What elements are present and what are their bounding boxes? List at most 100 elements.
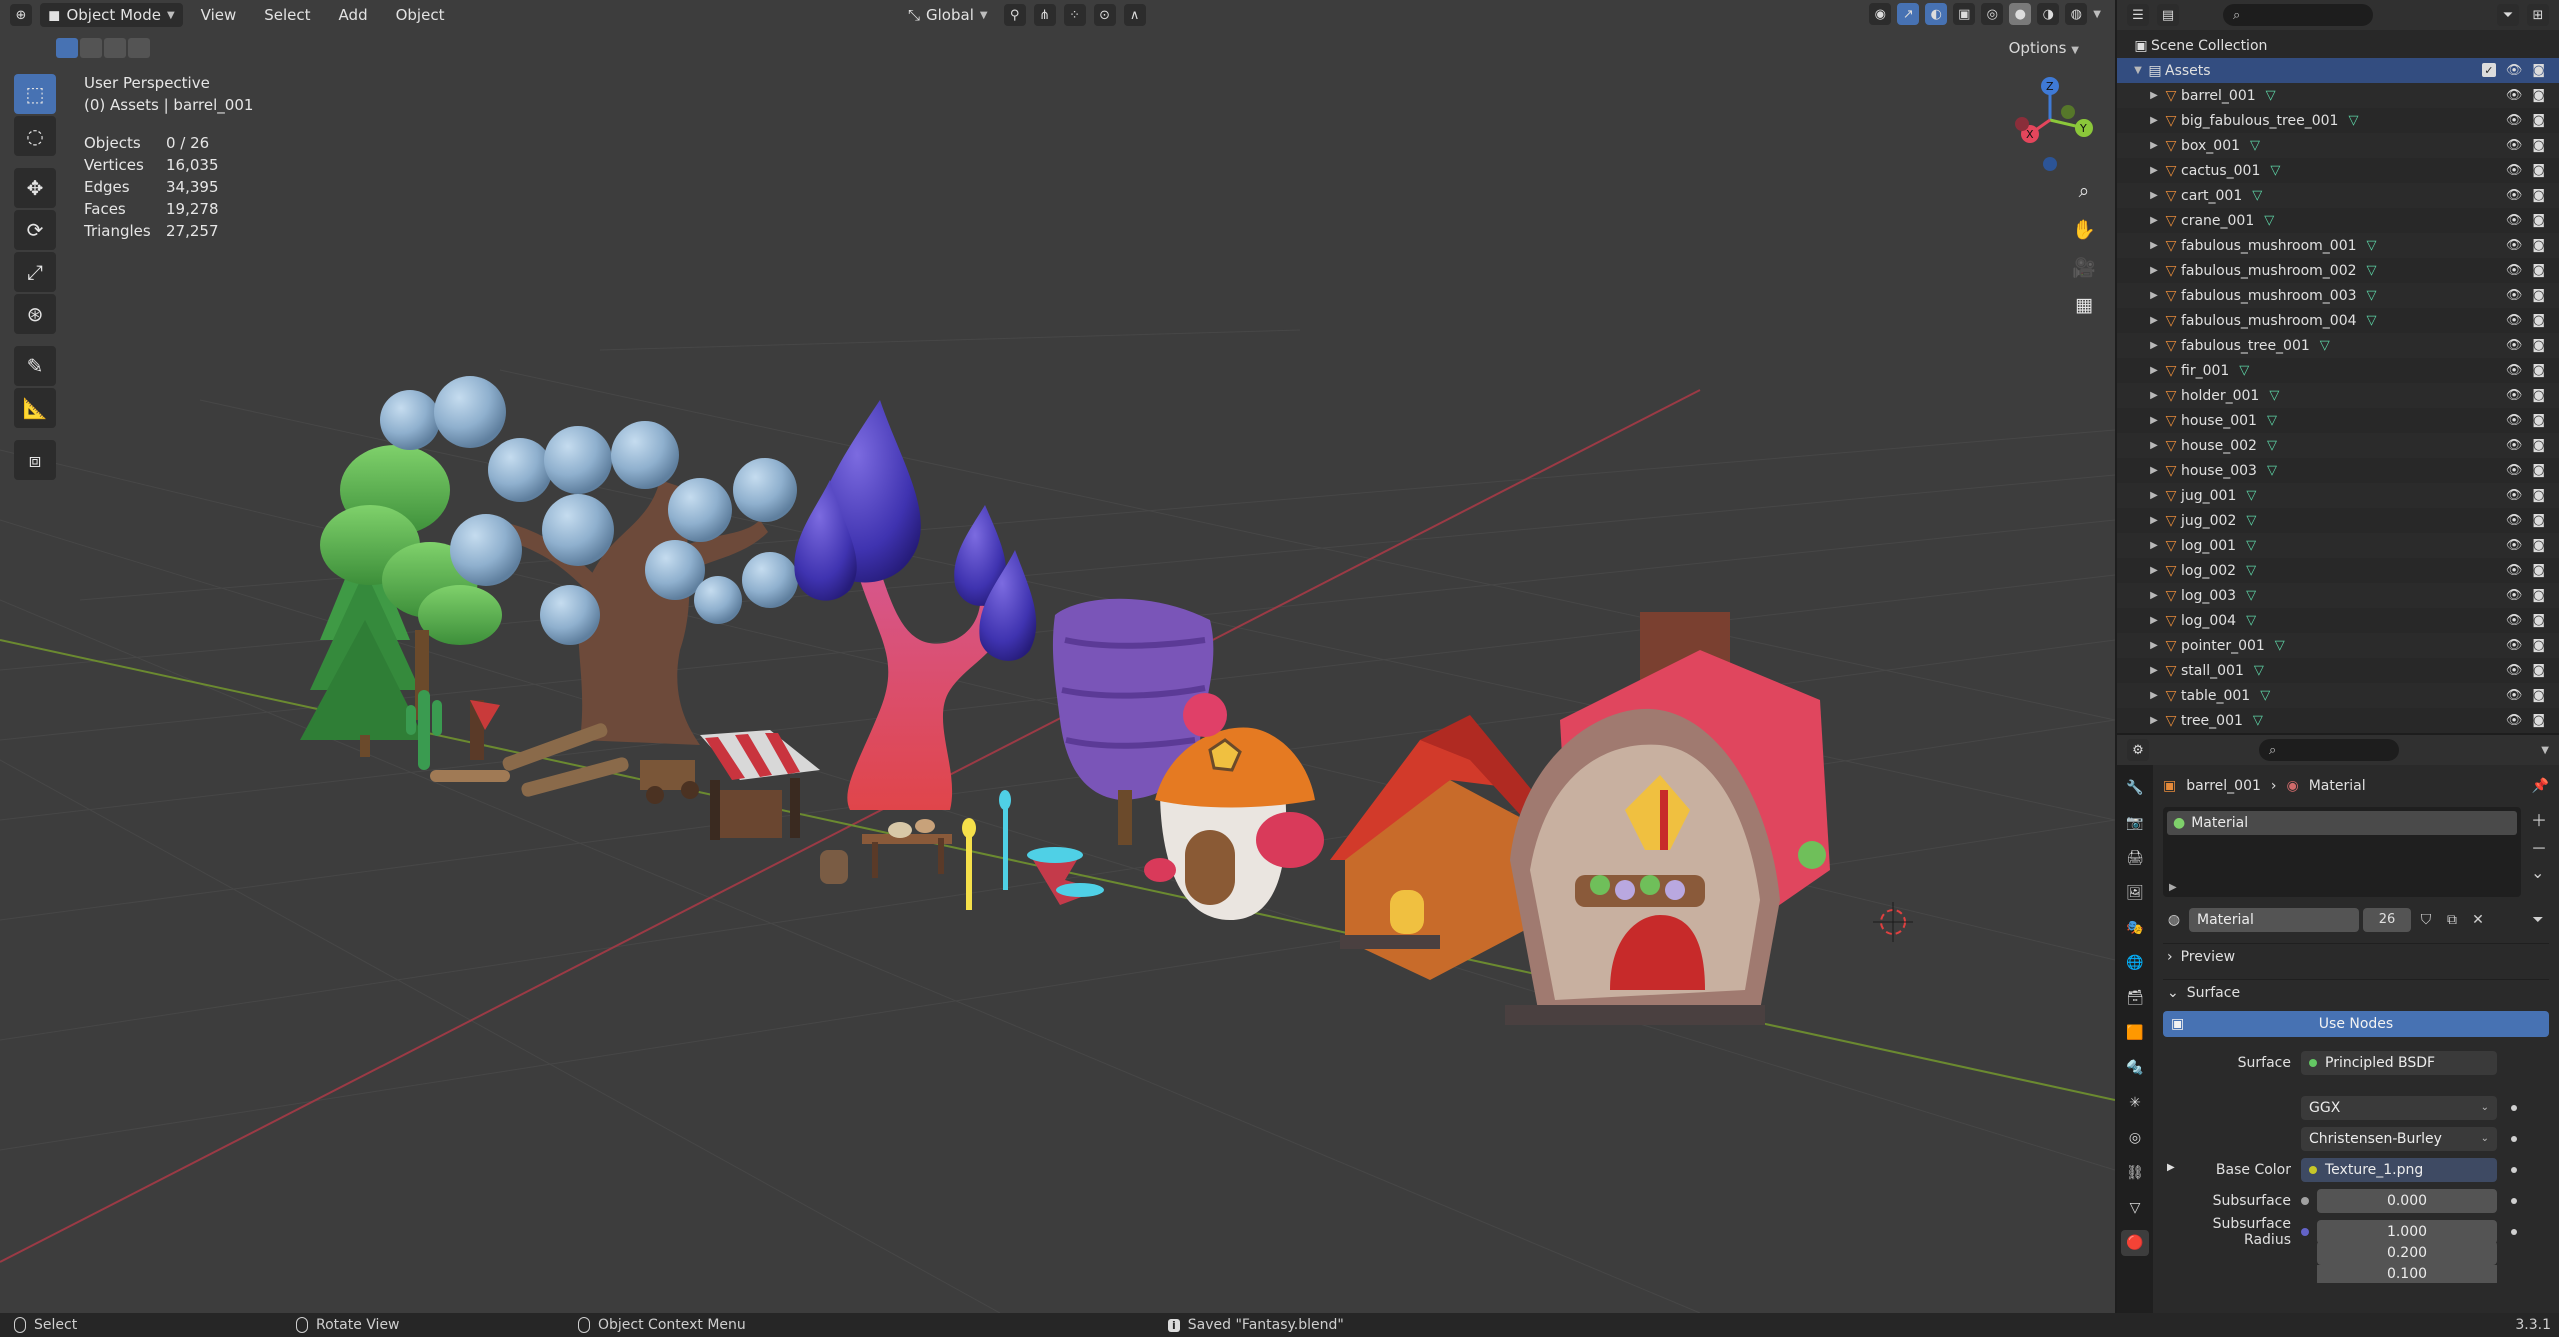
expand-arrow-icon[interactable]: ▶ [2147,715,2161,726]
outliner-object-row[interactable]: ▶ ▽ fabulous_mushroom_003 ▽ 👁 ◙ [2117,283,2559,308]
expand-arrow-icon[interactable]: ▶ [2147,565,2161,576]
menu-select[interactable]: Select [254,6,320,24]
use-nodes-button[interactable]: ▣ Use Nodes [2163,1011,2549,1037]
outliner-object-row[interactable]: ▶ ▽ house_001 ▽ 👁 ◙ [2117,408,2559,433]
transform-tool[interactable]: ⊛ [14,294,56,334]
mesh-data-icon[interactable]: ▽ [2267,413,2277,428]
camera-icon[interactable]: ◙ [2532,488,2545,503]
eye-icon[interactable]: 👁 [2506,713,2523,728]
expand-arrow-icon[interactable]: ▶ [2147,665,2161,676]
material-browse-icon[interactable]: ◍ [2163,908,2185,932]
eye-icon[interactable]: 👁 [2506,413,2523,428]
expand-arrow-icon[interactable]: ▶ [2147,90,2161,101]
keyframe-dot-icon[interactable] [2511,1135,2517,1142]
camera-icon[interactable]: ◙ [2532,213,2545,228]
mesh-data-icon[interactable]: ▽ [2239,363,2249,378]
expand-arrow-icon[interactable]: ▶ [2147,190,2161,201]
expand-arrow-icon[interactable]: ▶ [2147,690,2161,701]
chevron-down-icon[interactable]: ▼ [2093,9,2101,20]
eye-icon[interactable]: 👁 [2506,588,2523,603]
outliner-object-row[interactable]: ▶ ▽ cactus_001 ▽ 👁 ◙ [2117,158,2559,183]
mesh-data-icon[interactable]: ▽ [2367,288,2377,303]
close-icon[interactable]: ✕ [2467,908,2489,932]
camera-icon[interactable]: ◙ [2532,663,2545,678]
options-dropdown[interactable]: Options ▼ [2001,36,2087,60]
select-subtract-icon[interactable] [104,38,126,58]
camera-icon[interactable]: ◙ [2532,438,2545,453]
expand-arrow-icon[interactable]: ▶ [2147,115,2161,126]
outliner-object-row[interactable]: ▶ ▽ tree_001 ▽ 👁 ◙ [2117,708,2559,733]
camera-icon[interactable]: ◙ [2532,88,2545,103]
falloff-icon[interactable]: ∧ [1123,4,1146,26]
outliner-object-row[interactable]: ▶ ▽ pointer_001 ▽ 👁 ◙ [2117,633,2559,658]
select-extend-icon[interactable] [80,38,102,58]
mesh-data-icon[interactable]: ▽ [2246,538,2256,553]
tool-tab-icon[interactable]: 🔧 [2121,775,2149,801]
subsurface-radius-z[interactable]: 0.100 [2317,1265,2497,1283]
outliner-object-row[interactable]: ▶ ▽ log_004 ▽ 👁 ◙ [2117,608,2559,633]
eye-icon[interactable]: 👁 [2506,138,2523,153]
outliner-object-row[interactable]: ▶ ▽ fabulous_tree_001 ▽ 👁 ◙ [2117,333,2559,358]
expand-arrow-icon[interactable]: ▶ [2147,415,2161,426]
expand-arrow-icon[interactable]: ▶ [2147,265,2161,276]
select-box-tool[interactable]: ⬚ [14,74,56,114]
expand-arrow-icon[interactable]: ▶ [2147,140,2161,151]
data-tab-icon[interactable]: ▽ [2121,1195,2149,1221]
mesh-data-icon[interactable]: ▽ [2367,238,2377,253]
surface-panel-header[interactable]: ⌄ Surface [2163,979,2549,1005]
eye-icon[interactable]: 👁 [2506,463,2523,478]
expand-arrow-icon[interactable]: ▶ [2147,240,2161,251]
camera-icon[interactable]: ◙ [2532,313,2545,328]
eye-icon[interactable]: 👁 [2506,213,2523,228]
select-intersect-icon[interactable] [128,38,150,58]
new-collection-icon[interactable]: ⊞ [2527,4,2549,26]
eye-icon[interactable]: 👁 [2506,613,2523,628]
outliner-object-row[interactable]: ▶ ▽ holder_001 ▽ 👁 ◙ [2117,383,2559,408]
expand-arrow-icon[interactable]: ▶ [2147,440,2161,451]
chevron-down-icon[interactable]: ⌄ [2531,863,2547,882]
subsurface-radius-y[interactable]: 0.200 [2317,1241,2497,1265]
expand-arrow-icon[interactable]: ▶ [2167,1162,2175,1178]
eye-icon[interactable]: 👁 [2506,313,2523,328]
eye-icon[interactable]: 👁 [2506,438,2523,453]
overlay-toggle-icon[interactable]: ◐ [1925,3,1948,25]
keyframe-dot-icon[interactable] [2511,1104,2517,1111]
eye-icon[interactable]: 👁 [2506,113,2523,128]
annotate-tool[interactable]: ✎ [14,346,56,386]
eye-icon[interactable]: 👁 [2506,188,2523,203]
outliner-object-row[interactable]: ▶ ▽ table_001 ▽ 👁 ◙ [2117,683,2559,708]
camera-icon[interactable]: ◙ [2532,713,2545,728]
scene-collection-row[interactable]: ▣ Scene Collection [2117,33,2559,58]
expand-arrow-icon[interactable]: ▶ [2147,340,2161,351]
mesh-data-icon[interactable]: ▽ [2270,163,2280,178]
remove-slot-icon[interactable]: － [2531,835,2547,859]
navigation-gizmo[interactable]: Z Y X [1998,72,2098,182]
preview-panel-header[interactable]: › Preview [2163,943,2549,969]
expand-arrow-icon[interactable]: ▶ [2147,315,2161,326]
eye-icon[interactable]: 👁 [2506,563,2523,578]
expand-arrow-icon[interactable]: ▶ [2147,515,2161,526]
surface-shader-field[interactable]: Principled BSDF [2301,1050,2497,1075]
fake-user-icon[interactable]: ⛉ [2415,908,2437,932]
camera-icon[interactable]: ◙ [2532,163,2545,178]
camera-icon[interactable]: ◙ [2532,138,2545,153]
move-tool[interactable]: ✥ [14,168,56,208]
camera-icon[interactable]: ◙ [2532,563,2545,578]
keyframe-dot-icon[interactable] [2511,1197,2517,1204]
mesh-data-icon[interactable]: ▽ [2367,263,2377,278]
select-new-icon[interactable] [56,38,78,58]
mesh-data-icon[interactable]: ▽ [2267,438,2277,453]
expand-arrow-icon[interactable]: ▶ [2147,615,2161,626]
outliner-object-row[interactable]: ▶ ▽ log_003 ▽ 👁 ◙ [2117,583,2559,608]
duplicate-icon[interactable]: ⧉ [2441,908,2463,932]
outliner-object-row[interactable]: ▶ ▽ log_001 ▽ 👁 ◙ [2117,533,2559,558]
mesh-data-icon[interactable]: ▽ [2252,188,2262,203]
editor-type-icon[interactable]: ☰ [2127,4,2149,26]
eye-icon[interactable]: 👁 [2506,363,2523,378]
expand-arrow-icon[interactable]: ▶ [2147,365,2161,376]
eye-icon[interactable]: 👁 [2506,238,2523,253]
particles-tab-icon[interactable]: ✳ [2121,1090,2149,1116]
camera-icon[interactable]: ◙ [2532,688,2545,703]
3d-viewport[interactable]: ⊕ ◼ Object Mode ▼ View Select Add Object… [0,0,2115,1313]
menu-view[interactable]: View [191,6,247,24]
